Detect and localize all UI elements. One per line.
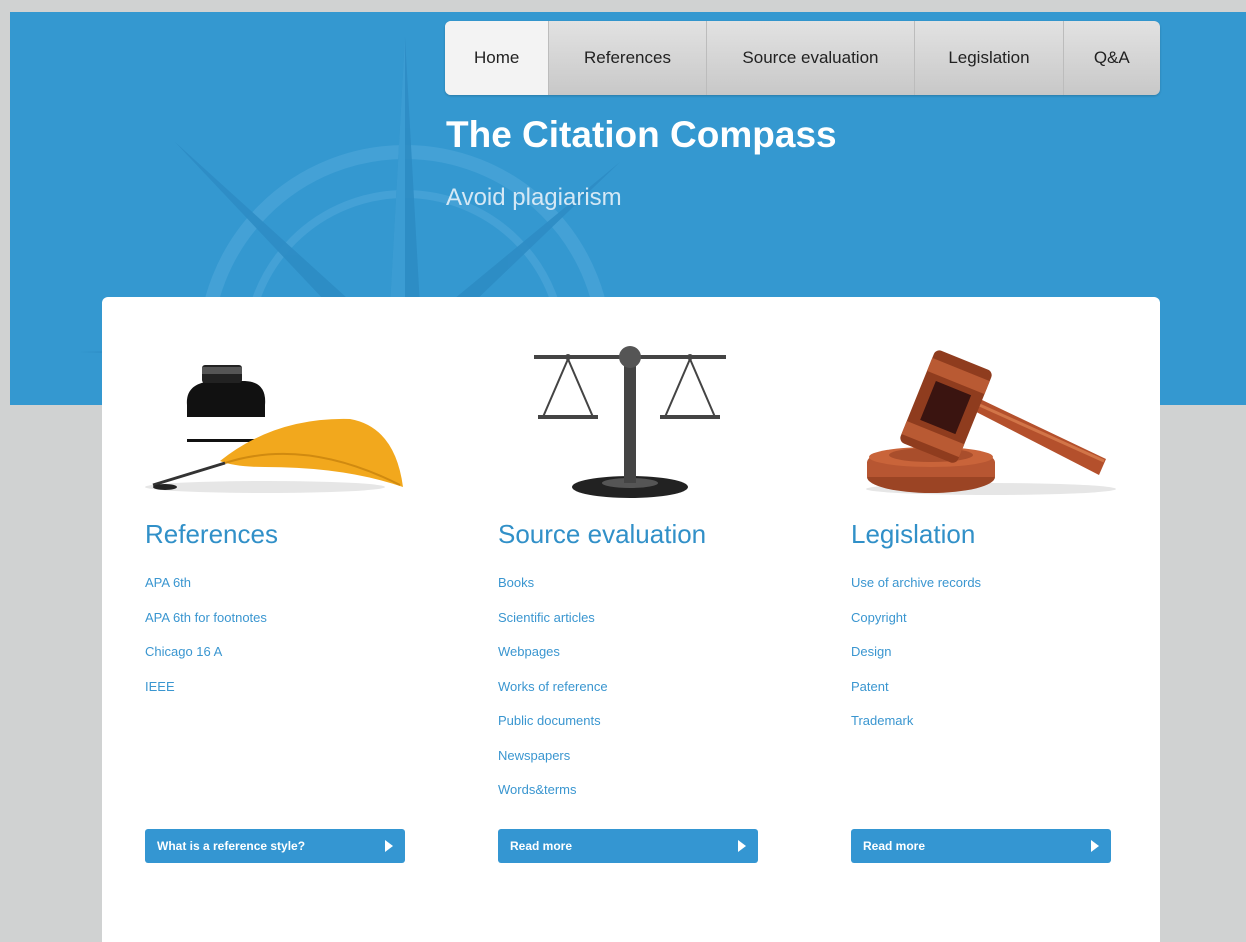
link-works-of-reference[interactable]: Works of reference [498,679,608,714]
link-design[interactable]: Design [851,644,981,679]
site-subtitle: Avoid plagiarism [446,184,622,211]
link-scientific-articles[interactable]: Scientific articles [498,610,608,645]
legislation-read-more-label: Read more [863,839,926,853]
scales-icon [534,346,726,498]
play-arrow-icon [738,840,746,852]
reference-style-button-label: What is a reference style? [157,839,306,853]
references-link-list: APA 6th APA 6th for footnotes Chicago 16… [145,575,267,713]
main-nav: Home References Source evaluation Legisl… [445,21,1160,95]
nav-qa[interactable]: Q&A [1064,21,1160,95]
link-newspapers[interactable]: Newspapers [498,748,608,783]
link-words-terms[interactable]: Words&terms [498,782,608,817]
source-evaluation-read-more-button[interactable]: Read more [498,829,758,863]
nav-references[interactable]: References [549,21,707,95]
link-chicago-16a[interactable]: Chicago 16 A [145,644,267,679]
link-apa-6th-footnotes[interactable]: APA 6th for footnotes [145,610,267,645]
content-card: References APA 6th APA 6th for footnotes… [102,297,1160,942]
legislation-read-more-button[interactable]: Read more [851,829,1111,863]
nav-legislation[interactable]: Legislation [915,21,1064,95]
link-archive-records[interactable]: Use of archive records [851,575,981,610]
link-apa-6th[interactable]: APA 6th [145,575,267,610]
site-title: The Citation Compass [446,114,837,155]
link-ieee[interactable]: IEEE [145,679,267,714]
play-arrow-icon [385,840,393,852]
ink-quill-icon [145,365,403,493]
link-webpages[interactable]: Webpages [498,644,608,679]
source-evaluation-read-more-label: Read more [510,839,573,853]
references-heading: References [145,519,278,549]
nav-source-evaluation[interactable]: Source evaluation [707,21,916,95]
link-books[interactable]: Books [498,575,608,610]
source-evaluation-link-list: Books Scientific articles Webpages Works… [498,575,608,817]
link-trademark[interactable]: Trademark [851,713,981,748]
play-arrow-icon [1091,840,1099,852]
source-evaluation-heading: Source evaluation [498,519,707,549]
link-patent[interactable]: Patent [851,679,981,714]
nav-home[interactable]: Home [445,21,550,95]
link-copyright[interactable]: Copyright [851,610,981,645]
link-public-documents[interactable]: Public documents [498,713,608,748]
legislation-link-list: Use of archive records Copyright Design … [851,575,981,748]
reference-style-button[interactable]: What is a reference style? [145,829,405,863]
legislation-heading: Legislation [851,519,976,549]
gavel-icon [866,350,1116,495]
